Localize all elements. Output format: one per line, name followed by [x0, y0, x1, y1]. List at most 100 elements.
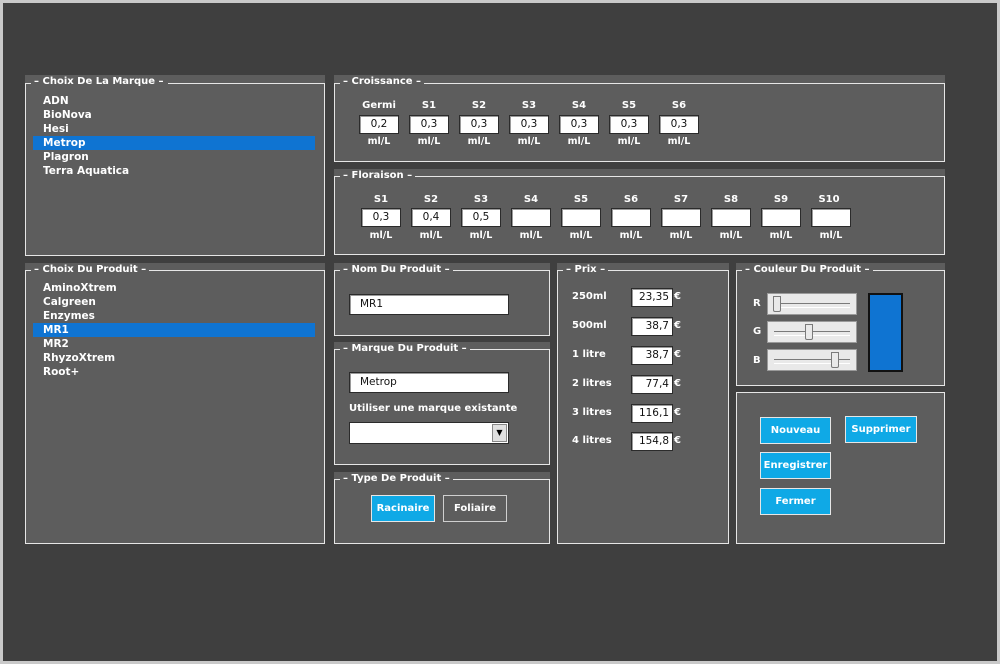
croissance-input-s4[interactable]: 0,3 [559, 115, 599, 134]
red-slider-thumb[interactable] [773, 296, 781, 312]
croissance-col-s2: S2 [471, 100, 487, 111]
floraison-unit-s6: ml/L [619, 230, 643, 241]
nom-produit-legend: Nom Du Produit [340, 263, 453, 277]
price-input-500ml[interactable]: 38,7 [631, 317, 673, 336]
floraison-col-s7: S7 [673, 194, 689, 205]
green-slider[interactable] [767, 321, 857, 343]
price-currency-4-litres: € [674, 435, 681, 446]
couleur-panel: R G B [736, 270, 945, 386]
brand-item-adn[interactable]: ADN [38, 94, 308, 108]
croissance-col-s3: S3 [521, 100, 537, 111]
croissance-input-s2[interactable]: 0,3 [459, 115, 499, 134]
floraison-unit-s8: ml/L [719, 230, 743, 241]
floraison-unit-s5: ml/L [569, 230, 593, 241]
floraison-unit-s10: ml/L [819, 230, 843, 241]
existing-brand-label: Utiliser une marque existante [349, 403, 518, 414]
product-panel-legend: Choix Du Produit [31, 263, 150, 277]
product-item-enzymes[interactable]: Enzymes [38, 309, 308, 323]
floraison-input-s1[interactable]: 0,3 [361, 208, 401, 227]
floraison-input-s10[interactable] [811, 208, 851, 227]
brand-item-hesi[interactable]: Hesi [38, 122, 308, 136]
product-item-mr1[interactable]: MR1 [33, 323, 315, 337]
blue-slider[interactable] [767, 349, 857, 371]
price-label-250ml: 250ml [572, 291, 607, 302]
blue-label: B [753, 355, 761, 366]
croissance-input-s1[interactable]: 0,3 [409, 115, 449, 134]
price-currency-1-litre: € [674, 349, 681, 360]
croissance-input-s5[interactable]: 0,3 [609, 115, 649, 134]
blue-slider-thumb[interactable] [831, 352, 840, 368]
fermer-button[interactable]: Fermer [760, 488, 831, 515]
floraison-col-s1: S1 [373, 194, 389, 205]
enregistrer-button[interactable]: Enregistrer [760, 452, 831, 479]
croissance-panel: Germi 0,2 ml/L S1 0,3 ml/L S2 0,3 ml/L S… [334, 83, 945, 162]
floraison-input-s2[interactable]: 0,4 [411, 208, 451, 227]
floraison-input-s7[interactable] [661, 208, 701, 227]
floraison-input-s3[interactable]: 0,5 [461, 208, 501, 227]
price-input-4-litres[interactable]: 154,8 [631, 432, 673, 451]
price-input-250ml[interactable]: 23,35 [631, 288, 673, 307]
green-slider-thumb[interactable] [805, 324, 814, 340]
floraison-unit-s2: ml/L [419, 230, 443, 241]
croissance-input-s3[interactable]: 0,3 [509, 115, 549, 134]
floraison-col-s6: S6 [623, 194, 639, 205]
price-input-1-litre[interactable]: 38,7 [631, 346, 673, 365]
price-label-1-litre: 1 litre [572, 349, 606, 360]
floraison-col-s10: S10 [818, 194, 840, 205]
red-slider-track [774, 303, 850, 308]
nouveau-button[interactable]: Nouveau [760, 417, 831, 444]
croissance-col-s5: S5 [621, 100, 637, 111]
croissance-col-s4: S4 [571, 100, 587, 111]
price-label-500ml: 500ml [572, 320, 607, 331]
floraison-input-s9[interactable] [761, 208, 801, 227]
croissance-col-germi: Germi [362, 100, 396, 111]
price-label-4-litres: 4 litres [572, 435, 612, 446]
product-panel: AminoXtrem Calgreen Enzymes MR1 MR2 Rhyz… [25, 270, 325, 544]
croissance-unit-s3: ml/L [517, 136, 541, 147]
product-item-mr2[interactable]: MR2 [38, 337, 308, 351]
red-slider[interactable] [767, 293, 857, 315]
floraison-input-s5[interactable] [561, 208, 601, 227]
croissance-unit-s1: ml/L [417, 136, 441, 147]
floraison-col-s8: S8 [723, 194, 739, 205]
supprimer-button[interactable]: Supprimer [845, 416, 917, 443]
product-item-aminoxtrem[interactable]: AminoXtrem [38, 281, 308, 295]
product-name-input[interactable]: MR1 [349, 294, 509, 315]
existing-brand-dropdown[interactable]: ▼ [349, 422, 509, 444]
price-input-3-litres[interactable]: 116,1 [631, 404, 673, 423]
brand-item-plagron[interactable]: Plagron [38, 150, 308, 164]
product-item-calgreen[interactable]: Calgreen [38, 295, 308, 309]
croissance-unit-s2: ml/L [467, 136, 491, 147]
price-currency-2-litres: € [674, 378, 681, 389]
price-input-2-litres[interactable]: 77,4 [631, 375, 673, 394]
brand-item-metrop[interactable]: Metrop [33, 136, 315, 150]
floraison-panel: S1 0,3 ml/L S2 0,4 ml/L S3 0,5 ml/L S4 m… [334, 176, 945, 255]
croissance-unit-s5: ml/L [617, 136, 641, 147]
racinaire-button[interactable]: Racinaire [371, 495, 435, 522]
brand-item-bionova[interactable]: BioNova [38, 108, 308, 122]
prix-panel: 250ml 23,35 € 500ml 38,7 € 1 litre 38,7 … [557, 270, 729, 544]
floraison-unit-s9: ml/L [769, 230, 793, 241]
floraison-input-s4[interactable] [511, 208, 551, 227]
type-produit-legend: Type De Produit [340, 472, 453, 486]
price-currency-500ml: € [674, 320, 681, 331]
color-swatch [868, 293, 903, 372]
product-item-rhyzoxtrem[interactable]: RhyzoXtrem [38, 351, 308, 365]
floraison-legend: Floraison [340, 169, 416, 183]
croissance-col-s1: S1 [421, 100, 437, 111]
brand-item-terra-aquatica[interactable]: Terra Aquatica [38, 164, 308, 178]
floraison-input-s8[interactable] [711, 208, 751, 227]
croissance-col-s6: S6 [671, 100, 687, 111]
floraison-col-s2: S2 [423, 194, 439, 205]
floraison-col-s5: S5 [573, 194, 589, 205]
croissance-input-germi[interactable]: 0,2 [359, 115, 399, 134]
foliaire-button[interactable]: Foliaire [443, 495, 507, 522]
croissance-input-s6[interactable]: 0,3 [659, 115, 699, 134]
floraison-col-s9: S9 [773, 194, 789, 205]
price-currency-3-litres: € [674, 407, 681, 418]
product-item-root-plus[interactable]: Root+ [38, 365, 308, 379]
chevron-down-icon[interactable]: ▼ [492, 424, 507, 442]
brand-name-input[interactable]: Metrop [349, 372, 509, 393]
couleur-legend: Couleur Du Produit [742, 263, 873, 277]
floraison-input-s6[interactable] [611, 208, 651, 227]
